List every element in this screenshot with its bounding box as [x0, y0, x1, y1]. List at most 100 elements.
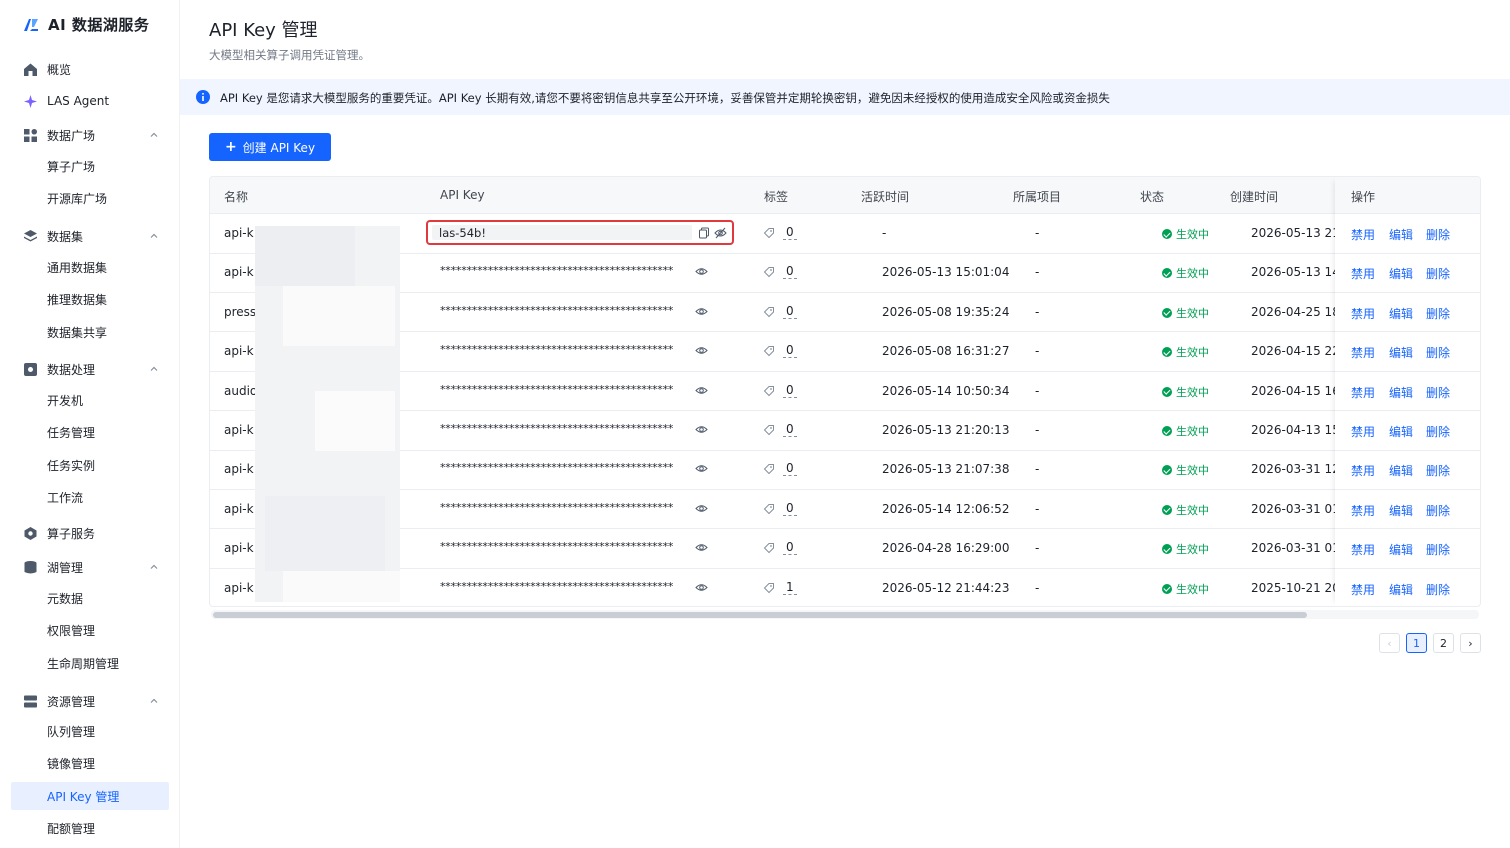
sidebar-item-9[interactable]: 数据处理 — [0, 355, 180, 383]
tag-count[interactable]: 0 — [783, 461, 797, 477]
tag-count[interactable]: 0 — [783, 225, 797, 240]
tag-count[interactable]: 0 — [783, 540, 797, 556]
brand[interactable]: AI 数据湖服务 — [22, 14, 149, 35]
sidebar-item-label: API Key 管理 — [47, 789, 120, 804]
delete-button[interactable]: 删除 — [1426, 265, 1450, 282]
sidebar-item-label: 数据集 — [47, 229, 84, 244]
sidebar-item-16[interactable]: 元数据 — [0, 584, 180, 612]
sidebar-item-22[interactable]: API Key 管理 — [11, 782, 169, 810]
ops-cell: 禁用 编辑 删除 — [1335, 569, 1480, 606]
tag-count[interactable]: 0 — [783, 264, 797, 280]
sidebar-item-23[interactable]: 配额管理 — [0, 814, 180, 842]
sidebar-item-15[interactable]: 湖管理 — [0, 553, 180, 581]
next-page-button[interactable]: › — [1460, 633, 1481, 653]
chevron-up-icon[interactable] — [148, 230, 160, 242]
disable-button[interactable]: 禁用 — [1351, 305, 1375, 322]
delete-button[interactable]: 删除 — [1426, 462, 1450, 479]
sidebar-item-20[interactable]: 队列管理 — [0, 717, 180, 745]
tag-count[interactable]: 0 — [783, 304, 797, 319]
tag-count[interactable]: 0 — [783, 422, 797, 437]
delete-button[interactable]: 删除 — [1426, 344, 1450, 361]
edit-button[interactable]: 编辑 — [1389, 502, 1413, 519]
sidebar-item-21[interactable]: 镜像管理 — [0, 749, 180, 777]
edit-button[interactable]: 编辑 — [1389, 581, 1413, 598]
sidebar-item-4[interactable]: 开源库广场 — [0, 184, 180, 212]
eye-off-icon[interactable] — [714, 227, 727, 239]
delete-button[interactable]: 删除 — [1426, 581, 1450, 598]
eye-icon[interactable] — [695, 384, 708, 397]
sidebar-item-18[interactable]: 生命周期管理 — [0, 649, 180, 677]
sidebar-item-17[interactable]: 权限管理 — [0, 616, 180, 644]
tag-count[interactable]: 1 — [783, 580, 797, 595]
delete-button[interactable]: 删除 — [1426, 226, 1450, 243]
disable-button[interactable]: 禁用 — [1351, 384, 1375, 401]
tag-count[interactable]: 0 — [783, 343, 797, 359]
sidebar-item-0[interactable]: 概览 — [0, 55, 180, 83]
revealed-key-field[interactable]: las-54b! — [426, 220, 734, 245]
scrollbar-thumb[interactable] — [213, 612, 1307, 618]
eye-icon[interactable] — [695, 462, 708, 475]
sidebar-item-7[interactable]: 推理数据集 — [0, 285, 180, 313]
edit-button[interactable]: 编辑 — [1389, 344, 1413, 361]
tag-icon — [763, 425, 774, 436]
eye-icon[interactable] — [695, 541, 708, 554]
th-name: 名称 — [224, 190, 249, 204]
sidebar-item-2[interactable]: 数据广场 — [0, 121, 180, 149]
sidebar-item-label: 湖管理 — [47, 560, 84, 575]
eye-icon[interactable] — [695, 265, 708, 278]
edit-button[interactable]: 编辑 — [1389, 226, 1413, 243]
sidebar-item-10[interactable]: 开发机 — [0, 386, 180, 414]
status-badge: 生效中 — [1162, 344, 1209, 360]
prev-page-button[interactable]: ‹ — [1379, 633, 1400, 653]
delete-button[interactable]: 删除 — [1426, 384, 1450, 401]
sidebar-item-3[interactable]: 算子广场 — [0, 152, 180, 180]
created-time: 2026-03-31 01: — [1251, 541, 1344, 556]
delete-button[interactable]: 删除 — [1426, 541, 1450, 558]
eye-icon[interactable] — [695, 581, 708, 594]
disable-button[interactable]: 禁用 — [1351, 541, 1375, 558]
disable-button[interactable]: 禁用 — [1351, 226, 1375, 243]
disable-button[interactable]: 禁用 — [1351, 423, 1375, 440]
eye-icon[interactable] — [695, 423, 708, 436]
edit-button[interactable]: 编辑 — [1389, 265, 1413, 282]
page-1-button[interactable]: 1 — [1406, 633, 1427, 653]
delete-button[interactable]: 删除 — [1426, 502, 1450, 519]
edit-button[interactable]: 编辑 — [1389, 423, 1413, 440]
eye-icon[interactable] — [695, 502, 708, 515]
horizontal-scrollbar[interactable] — [211, 610, 1479, 619]
sidebar-item-19[interactable]: 资源管理 — [0, 687, 180, 715]
create-api-key-button[interactable]: + 创建 API Key — [209, 133, 331, 161]
created-time: 2026-04-15 22 — [1251, 344, 1340, 359]
chevron-up-icon[interactable] — [148, 695, 160, 707]
tag-count[interactable]: 0 — [783, 501, 797, 516]
edit-button[interactable]: 编辑 — [1389, 462, 1413, 479]
edit-button[interactable]: 编辑 — [1389, 541, 1413, 558]
sidebar-item-8[interactable]: 数据集共享 — [0, 318, 180, 346]
disable-button[interactable]: 禁用 — [1351, 581, 1375, 598]
copy-icon[interactable] — [698, 227, 710, 239]
project: - — [1035, 501, 1040, 516]
sidebar-item-5[interactable]: 数据集 — [0, 222, 180, 250]
tag-count[interactable]: 0 — [783, 383, 797, 398]
edit-button[interactable]: 编辑 — [1389, 384, 1413, 401]
edit-button[interactable]: 编辑 — [1389, 305, 1413, 322]
chevron-up-icon[interactable] — [148, 363, 160, 375]
page-subtitle: 大模型相关算子调用凭证管理。 — [209, 48, 370, 62]
eye-icon[interactable] — [695, 305, 708, 318]
delete-button[interactable]: 删除 — [1426, 305, 1450, 322]
page-2-button[interactable]: 2 — [1433, 633, 1454, 653]
eye-icon[interactable] — [695, 344, 708, 357]
sidebar-item-13[interactable]: 工作流 — [0, 483, 180, 511]
disable-button[interactable]: 禁用 — [1351, 462, 1375, 479]
delete-button[interactable]: 删除 — [1426, 423, 1450, 440]
sidebar-item-11[interactable]: 任务管理 — [0, 418, 180, 446]
sidebar-item-12[interactable]: 任务实例 — [0, 451, 180, 479]
chevron-up-icon[interactable] — [148, 129, 160, 141]
sidebar-item-1[interactable]: LAS Agent — [0, 87, 180, 115]
sidebar-item-14[interactable]: 算子服务 — [0, 519, 180, 547]
disable-button[interactable]: 禁用 — [1351, 265, 1375, 282]
sidebar-item-6[interactable]: 通用数据集 — [0, 253, 180, 281]
disable-button[interactable]: 禁用 — [1351, 502, 1375, 519]
chevron-up-icon[interactable] — [148, 561, 160, 573]
disable-button[interactable]: 禁用 — [1351, 344, 1375, 361]
